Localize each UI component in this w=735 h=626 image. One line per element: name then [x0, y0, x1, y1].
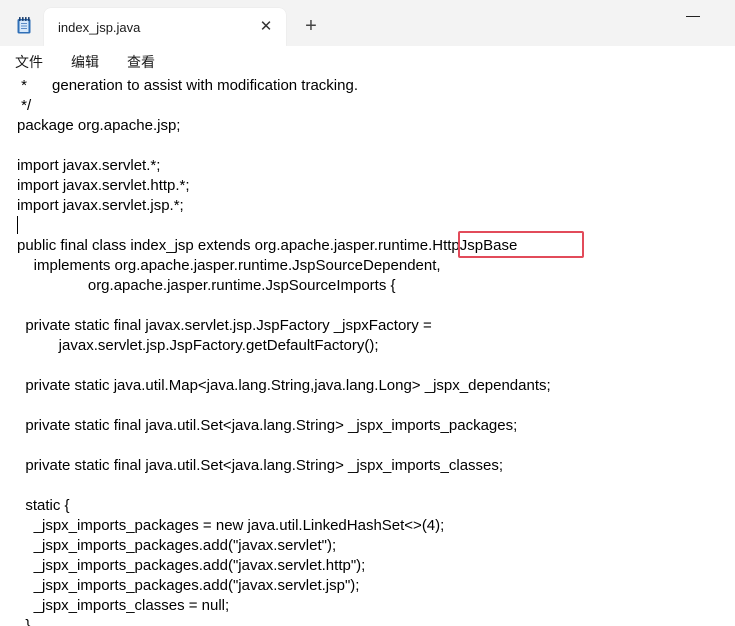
- minimize-icon[interactable]: [686, 16, 700, 17]
- highlight-annotation-box: [458, 231, 584, 258]
- code-line: _jspx_imports_packages.add("javax.servle…: [17, 537, 337, 554]
- menu-file[interactable]: 文件: [15, 52, 43, 72]
- code-line: _jspx_imports_packages.add("javax.servle…: [17, 577, 360, 594]
- code-line: import javax.servlet.http.*;: [17, 177, 190, 194]
- menu-view[interactable]: 查看: [127, 52, 155, 72]
- notepad-icon: [17, 17, 31, 34]
- code-line: implements org.apache.jasper.runtime.Jsp…: [17, 257, 441, 274]
- code-line: javax.servlet.jsp.JspFactory.getDefaultF…: [17, 337, 379, 354]
- code-line: private static final javax.servlet.jsp.J…: [17, 317, 432, 334]
- code-line: org.apache.jasper.runtime.JspSourceImpor…: [17, 277, 396, 294]
- tab-index-jsp[interactable]: index_jsp.java ✕: [44, 8, 286, 46]
- text-editor[interactable]: * generation to assist with modification…: [0, 76, 735, 626]
- code-line: */: [17, 97, 32, 114]
- code-line: private static final java.util.Set<java.…: [17, 457, 504, 474]
- code-line: }: [17, 617, 31, 626]
- code-line: _jspx_imports_packages = new java.util.L…: [17, 517, 445, 534]
- code-line: private static final java.util.Set<java.…: [17, 417, 518, 434]
- notepad-window: index_jsp.java ✕ + 文件 编辑 查看 * generation…: [0, 0, 735, 626]
- text-caret: [17, 216, 18, 234]
- code-line: _jspx_imports_packages.add("javax.servle…: [17, 557, 366, 574]
- code-line: static {: [17, 497, 70, 514]
- code-line: * generation to assist with modification…: [17, 77, 358, 94]
- title-bar: index_jsp.java ✕ +: [0, 0, 735, 46]
- tab-title: index_jsp.java: [58, 20, 141, 35]
- new-tab-button[interactable]: +: [300, 16, 322, 38]
- code-line: import javax.servlet.jsp.*;: [17, 197, 184, 214]
- code-line: _jspx_imports_classes = null;: [17, 597, 230, 614]
- menu-edit[interactable]: 编辑: [71, 52, 99, 72]
- close-icon[interactable]: ✕: [257, 18, 275, 36]
- menu-bar: 文件 编辑 查看: [0, 46, 735, 76]
- code-line: import javax.servlet.*;: [17, 157, 161, 174]
- code-line: public final class index_jsp extends org…: [17, 237, 518, 254]
- code-line: package org.apache.jsp;: [17, 117, 181, 134]
- code-line: private static java.util.Map<java.lang.S…: [17, 377, 551, 394]
